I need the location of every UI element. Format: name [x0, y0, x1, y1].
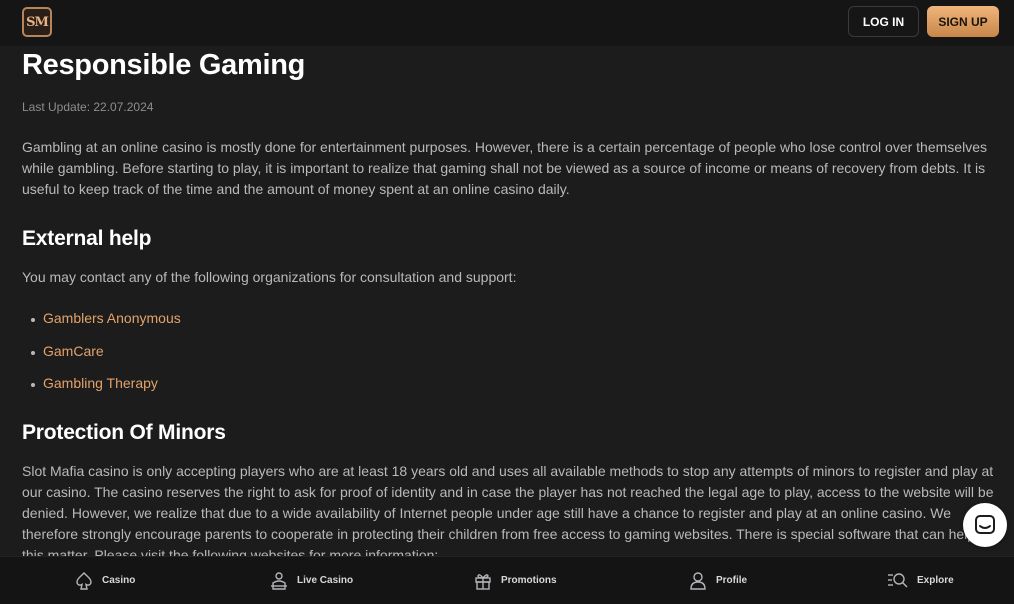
minors-paragraph: Slot Mafia casino is only accepting play… — [22, 463, 994, 556]
user-icon — [690, 571, 706, 590]
dealer-icon — [271, 571, 287, 590]
search-list-icon — [888, 572, 908, 587]
nav-profile[interactable]: Profile — [688, 557, 747, 604]
bullet — [31, 350, 35, 355]
nav-label: Promotions — [501, 575, 557, 586]
minors-heading: Protection Of Minors — [22, 421, 226, 444]
nav-label: Explore — [917, 575, 954, 586]
list-item: GamCare — [31, 343, 181, 376]
spade-icon — [76, 571, 92, 590]
page-content: Responsible Gaming Last Update: 22.07.20… — [22, 46, 997, 556]
top-bar: SM LOG IN SIGN UP — [0, 0, 1014, 46]
link-gamblers-anonymous[interactable]: Gamblers Anonymous — [43, 310, 181, 326]
nav-promotions[interactable]: Promotions — [473, 557, 557, 604]
organizations-list: Gamblers Anonymous GamCare Gambling Ther… — [31, 310, 181, 408]
page-title: Responsible Gaming — [22, 49, 306, 81]
signup-button[interactable]: SIGN UP — [927, 6, 999, 37]
bullet — [31, 318, 35, 322]
nav-live-casino[interactable]: Live Casino — [269, 557, 353, 604]
logo-text: SM — [26, 14, 49, 30]
login-button[interactable]: LOG IN — [848, 6, 919, 37]
link-gamcare[interactable]: GamCare — [43, 343, 104, 359]
nav-label: Casino — [102, 575, 136, 586]
external-help-text: You may contact any of the following org… — [22, 269, 517, 285]
external-help-heading: External help — [22, 227, 152, 250]
nav-label: Profile — [716, 575, 748, 586]
site-logo[interactable]: SM — [22, 7, 52, 37]
list-item: Gambling Therapy — [31, 375, 181, 408]
nav-explore[interactable]: Explore — [887, 557, 954, 604]
gift-icon — [475, 573, 491, 590]
bottom-nav: Casino Live Casino Promotions Profile Ex… — [0, 556, 1014, 604]
chat-icon — [975, 515, 995, 534]
chat-button[interactable] — [963, 503, 1007, 547]
nav-casino[interactable]: Casino — [74, 557, 135, 604]
nav-label: Live Casino — [297, 575, 354, 586]
last-update: Last Update: 22.07.2024 — [22, 100, 154, 114]
intro-paragraph: Gambling at an online casino is mostly d… — [22, 139, 987, 197]
link-gambling-therapy[interactable]: Gambling Therapy — [43, 375, 158, 391]
bullet — [31, 383, 35, 387]
list-item: Gamblers Anonymous — [31, 310, 181, 343]
